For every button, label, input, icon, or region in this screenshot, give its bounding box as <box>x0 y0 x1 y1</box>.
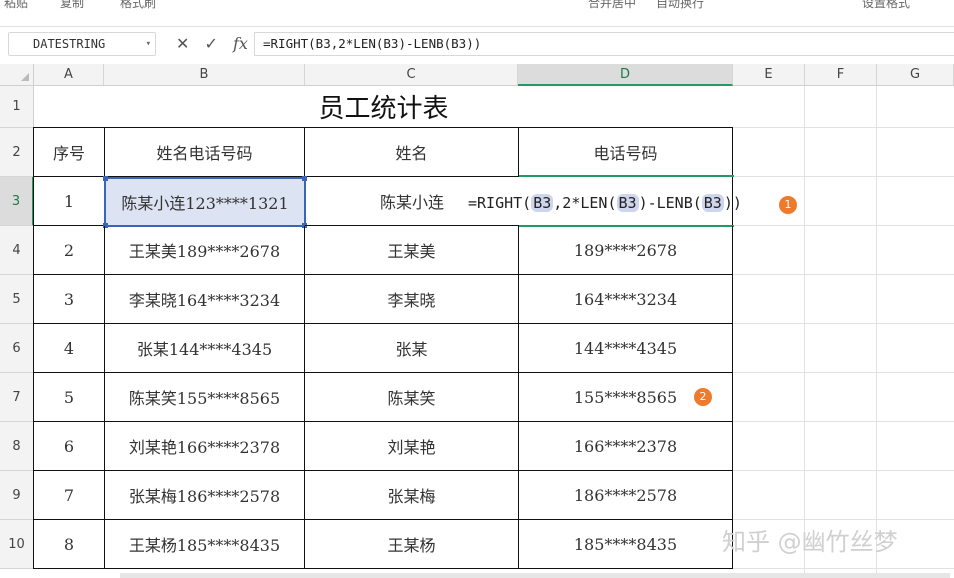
column-header-b[interactable]: B <box>104 64 305 86</box>
row-header-4[interactable]: 4 <box>0 226 34 275</box>
name-box-value: DATESTRING <box>33 37 106 51</box>
active-cell-border-top <box>519 175 734 177</box>
gridline <box>733 176 954 177</box>
formula-text: )-LENB( <box>638 194 702 212</box>
confirm-icon[interactable]: ✓ <box>205 32 218 56</box>
horizontal-scrollbar[interactable] <box>120 573 950 578</box>
gridline <box>733 421 954 422</box>
table-cell-phone[interactable]: 186****2578 <box>519 471 733 520</box>
in-cell-formula-editor[interactable]: =RIGHT(B3,2*LEN(B3)-LENB(B3)) <box>468 191 742 215</box>
gridline <box>733 274 954 275</box>
column-header-c[interactable]: C <box>305 64 518 86</box>
gridline <box>733 470 954 471</box>
table-cell-name[interactable]: 陈某笑 <box>305 373 519 422</box>
insert-function-icon[interactable]: fx <box>233 32 248 56</box>
cell-reference: B3 <box>701 194 724 212</box>
merge-center-button[interactable]: 合并居中 <box>588 0 636 11</box>
formula-text: ,2*LEN( <box>553 194 617 212</box>
table-cell-name[interactable]: 王某杨 <box>305 520 519 569</box>
row-header-10[interactable]: 10 <box>0 520 34 569</box>
formula-bar: DATESTRING ▾ ✕ ✓ fx =RIGHT(B3,2*LEN(B3)-… <box>0 30 954 58</box>
step-badge-1: 1 <box>779 196 797 214</box>
table-cell-name-phone[interactable]: 陈某笑155****8565 <box>105 373 305 422</box>
table-cell-index[interactable]: 2 <box>34 226 105 275</box>
row-header-2[interactable]: 2 <box>0 128 34 177</box>
table-cell-phone[interactable]: 166****2378 <box>519 422 733 471</box>
table-cell-name-phone: 陈某小连123****1321 <box>121 194 289 213</box>
copy-button[interactable]: 复制 <box>60 0 84 11</box>
row-header-8[interactable]: 8 <box>0 422 34 471</box>
header-cell-index[interactable]: 序号 <box>34 128 105 177</box>
table-cell-phone[interactable]: 189****2678 <box>519 226 733 275</box>
cancel-icon[interactable]: ✕ <box>176 32 189 56</box>
table-cell-name-phone[interactable]: 刘某艳166****2378 <box>105 422 305 471</box>
table-cell-name[interactable]: 王某美 <box>305 226 519 275</box>
column-header-g[interactable]: G <box>877 64 954 86</box>
select-all-corner[interactable] <box>0 64 34 86</box>
row-header-9[interactable]: 9 <box>0 471 34 520</box>
watermark: 知乎 @幽竹丝梦 <box>722 528 898 556</box>
table-cell-index[interactable]: 1 <box>34 177 105 226</box>
table-cell-phone[interactable]: 164****3234 <box>519 275 733 324</box>
table-cell-name[interactable]: 李某晓 <box>305 275 519 324</box>
gridline <box>733 519 954 520</box>
format-button[interactable]: 设置格式 <box>862 0 910 11</box>
table-cell-index[interactable]: 3 <box>34 275 105 324</box>
table-cell-phone[interactable]: 144****4345 <box>519 324 733 373</box>
cell-reference: B3 <box>531 194 554 212</box>
formula-icons: ✕ ✓ fx <box>176 32 258 56</box>
gridline <box>733 323 954 324</box>
table-cell-name[interactable]: 张某 <box>305 324 519 373</box>
selected-cell-b3[interactable]: 陈某小连123****1321 <box>103 176 307 228</box>
gridline <box>733 127 954 128</box>
formula-text: =RIGHT( <box>468 194 532 212</box>
ribbon-toolbar: 粘贴 复制 格式刷 合并居中 自动换行 设置格式 <box>0 0 954 27</box>
sheet-title[interactable]: 员工统计表 <box>34 86 733 128</box>
row-header-3[interactable]: 3 <box>0 177 34 226</box>
gridline <box>733 372 954 373</box>
table-cell-name[interactable]: 张某梅 <box>305 471 519 520</box>
formula-text: )) <box>723 194 742 212</box>
table-cell-name-phone[interactable]: 王某杨185****8435 <box>105 520 305 569</box>
table-cell-index[interactable]: 5 <box>34 373 105 422</box>
header-cell-phone[interactable]: 电话号码 <box>519 128 733 177</box>
gridline <box>804 86 805 573</box>
header-cell-name-phone[interactable]: 姓名电话号码 <box>105 128 305 177</box>
wrap-text-button[interactable]: 自动换行 <box>656 0 704 11</box>
gridline <box>733 225 954 226</box>
header-cell-name[interactable]: 姓名 <box>305 128 519 177</box>
row-header-1[interactable]: 1 <box>0 86 34 128</box>
table-cell-index[interactable]: 6 <box>34 422 105 471</box>
column-header-d[interactable]: D <box>518 64 733 86</box>
table-cell-index[interactable]: 7 <box>34 471 105 520</box>
column-header-a[interactable]: A <box>34 64 104 86</box>
table-cell-name-phone[interactable]: 王某美189****2678 <box>105 226 305 275</box>
selection-handle[interactable] <box>103 176 108 181</box>
table-cell-name-phone[interactable]: 张某梅186****2578 <box>105 471 305 520</box>
table-cell-phone[interactable]: 185****8435 <box>519 520 733 569</box>
format-painter-button[interactable]: 格式刷 <box>120 0 156 11</box>
column-header-e[interactable]: E <box>733 64 805 86</box>
paste-button[interactable]: 粘贴 <box>4 0 28 11</box>
row-header-7[interactable]: 7 <box>0 373 34 422</box>
table-cell-name[interactable]: 刘某艳 <box>305 422 519 471</box>
formula-input[interactable]: =RIGHT(B3,2*LEN(B3)-LENB(B3)) <box>254 32 954 56</box>
row-header-6[interactable]: 6 <box>0 324 34 373</box>
cell-reference: B3 <box>616 194 639 212</box>
row-header-5[interactable]: 5 <box>0 275 34 324</box>
gridline <box>733 568 954 569</box>
chevron-down-icon[interactable]: ▾ <box>146 33 151 55</box>
table-cell-index[interactable]: 8 <box>34 520 105 569</box>
table-cell-name-phone[interactable]: 李某晓164****3234 <box>105 275 305 324</box>
step-badge-2: 2 <box>694 388 712 406</box>
table-cell-name-phone[interactable]: 张某144****4345 <box>105 324 305 373</box>
table-cell-index[interactable]: 4 <box>34 324 105 373</box>
column-header-f[interactable]: F <box>805 64 877 86</box>
name-box[interactable]: DATESTRING ▾ <box>8 32 156 56</box>
gridline <box>876 86 877 573</box>
